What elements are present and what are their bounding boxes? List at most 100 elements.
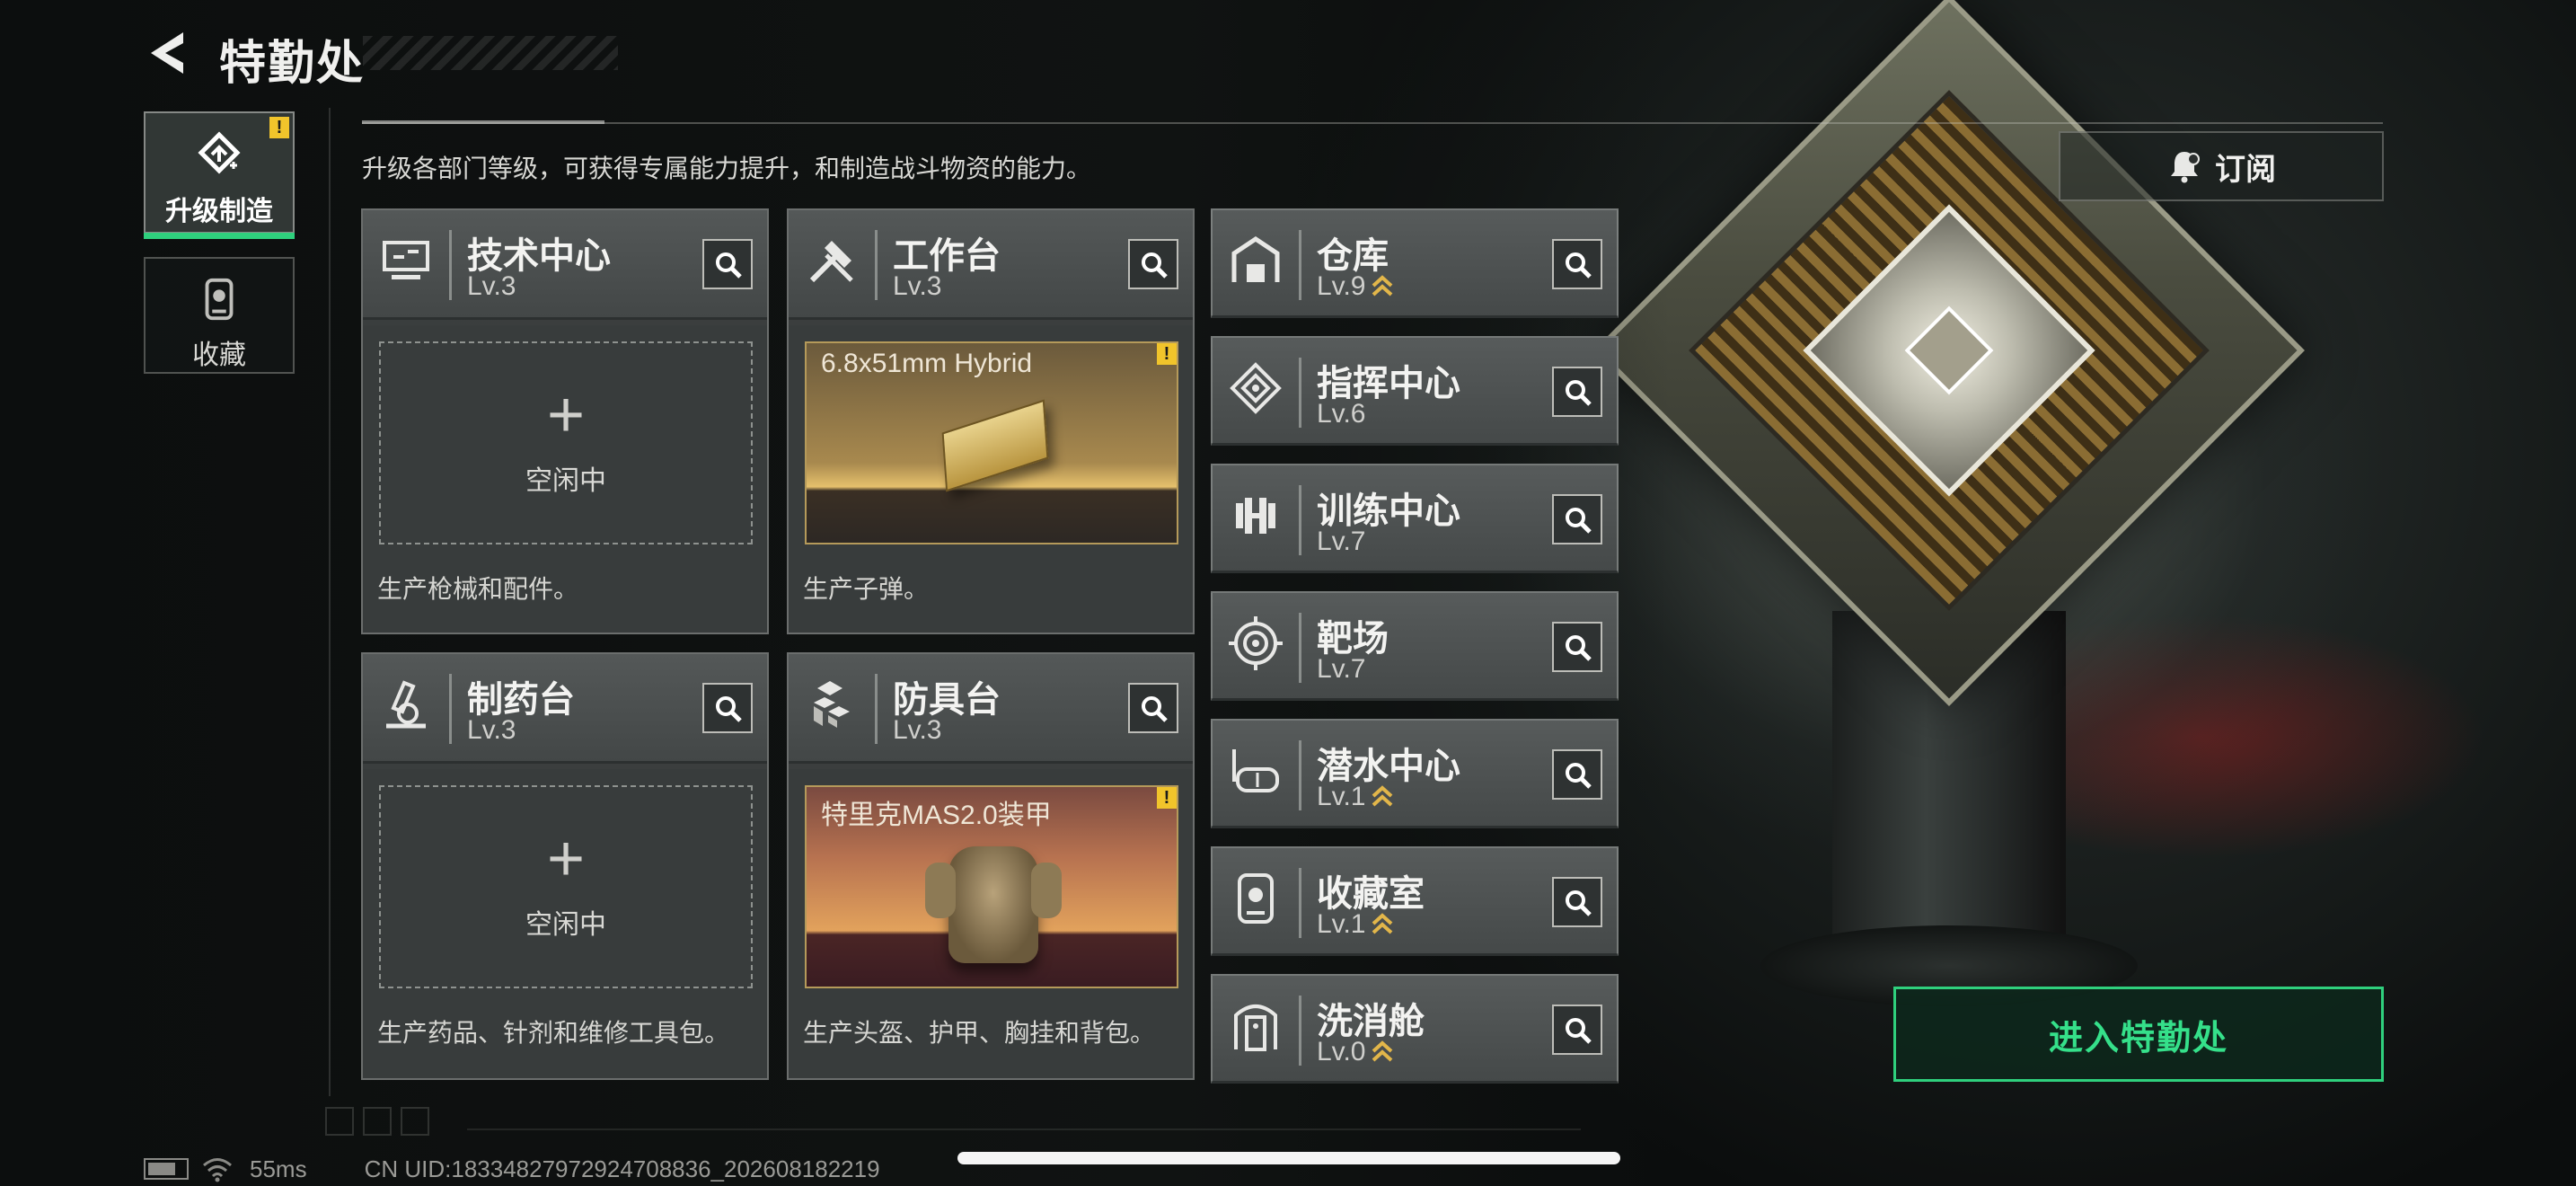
bottom-decoration	[325, 1107, 442, 1137]
department-level: Lv.7	[1317, 527, 1366, 556]
search-button[interactable]	[1128, 683, 1178, 733]
tech-center-icon	[383, 241, 429, 279]
status-bar: 55ms CN UID:18334827972924708836_2026081…	[144, 1155, 880, 1182]
search-button[interactable]	[1552, 877, 1602, 927]
workstation-card-armor-bench[interactable]: 防具台 Lv.3 特里克MAS2.0装甲 ! 生产头盔、护甲、胸挂和背包。	[787, 652, 1195, 1080]
sidebar-divider	[329, 108, 331, 1096]
search-icon	[1566, 635, 1592, 661]
pharmacy-icon	[386, 680, 426, 729]
search-button[interactable]	[1552, 622, 1602, 672]
decon-chamber-icon	[1234, 1005, 1277, 1051]
back-arrow-icon[interactable]	[144, 27, 194, 79]
battery-icon	[144, 1158, 189, 1180]
enter-special-ops-button[interactable]: 进入特勤处	[1893, 987, 2384, 1082]
armor-bench-icon	[814, 681, 850, 728]
upgrade-icon	[198, 131, 241, 174]
search-button[interactable]	[702, 239, 753, 289]
workbench-icon	[809, 241, 853, 283]
subscribe-button[interactable]: 订阅	[2059, 131, 2384, 201]
production-slot[interactable]: 特里克MAS2.0装甲 !	[805, 785, 1178, 988]
card-header: 制药台 Lv.3	[363, 654, 767, 764]
active-tab-indicator	[144, 233, 295, 239]
card-header: 工作台 Lv.3	[789, 210, 1193, 320]
department-row-warehouse[interactable]: 仓库 Lv.9	[1211, 208, 1619, 318]
search-button[interactable]	[1552, 1005, 1602, 1055]
user-uid: CN UID:18334827972924708836_202608182219	[364, 1155, 880, 1182]
workstation-level: Lv.3	[893, 271, 942, 301]
ready-warning-badge: !	[1157, 787, 1177, 809]
department-row-command-center[interactable]: 指挥中心 Lv.6	[1211, 336, 1619, 446]
department-row-collection-room[interactable]: 收藏室 Lv.1	[1211, 846, 1619, 956]
command-center-icon	[1230, 362, 1282, 414]
workstation-description: 生产头盔、护甲、胸挂和背包。	[803, 1019, 1156, 1047]
search-icon	[1566, 508, 1592, 534]
department-level: Lv.7	[1317, 654, 1366, 684]
title-decoration	[363, 36, 618, 70]
card-header: 防具台 Lv.3	[789, 654, 1193, 764]
enter-button-label: 进入特勤处	[2048, 1019, 2228, 1058]
workstation-card-tech-center[interactable]: 技术中心 Lv.3 + 空闲中 生产枪械和配件。	[361, 208, 769, 634]
header-divider	[362, 122, 2383, 124]
department-level: Lv.1	[1317, 909, 1394, 940]
department-row-diving-center[interactable]: 潜水中心 Lv.1	[1211, 719, 1619, 828]
workstation-level: Lv.3	[467, 271, 516, 301]
warehouse-icon	[1231, 235, 1280, 282]
idle-production-slot[interactable]: + 空闲中	[379, 341, 753, 544]
department-row-decon-chamber[interactable]: 洗消舱 Lv.0	[1211, 974, 1619, 1084]
search-icon	[1566, 252, 1592, 279]
upgrade-available-icon	[1372, 1040, 1393, 1062]
department-level: Lv.0	[1317, 1037, 1394, 1067]
product-name: 特里克MAS2.0装甲	[821, 801, 1052, 830]
workstation-description: 生产子弹。	[803, 575, 930, 603]
search-icon	[1142, 696, 1168, 722]
tab-collection[interactable]: 收藏	[144, 257, 295, 374]
department-level: Lv.1	[1317, 782, 1394, 812]
department-row-training-center[interactable]: 训练中心 Lv.7	[1211, 464, 1619, 573]
collection-room-icon	[1238, 873, 1274, 924]
upgrade-available-icon	[1372, 785, 1393, 807]
add-icon: +	[546, 379, 586, 451]
idle-status-text: 空闲中	[525, 466, 606, 496]
idle-production-slot[interactable]: + 空闲中	[379, 785, 753, 988]
search-button[interactable]	[1552, 367, 1602, 417]
workstation-level: Lv.3	[467, 715, 516, 745]
search-button[interactable]	[1128, 239, 1178, 289]
subscribe-label: 订阅	[2215, 152, 2276, 187]
training-center-icon	[1236, 498, 1275, 534]
page-title: 特勤处	[219, 38, 366, 90]
workstation-description: 生产枪械和配件。	[377, 575, 579, 603]
ready-warning-badge: !	[1157, 343, 1177, 365]
tab-warning-badge: !	[269, 117, 289, 138]
home-indicator[interactable]	[957, 1152, 1620, 1164]
department-row-shooting-range[interactable]: 靶场 Lv.7	[1211, 591, 1619, 701]
search-icon	[1566, 380, 1592, 406]
search-button[interactable]	[1552, 749, 1602, 800]
department-level: Lv.6	[1317, 399, 1366, 429]
add-icon: +	[546, 823, 586, 895]
production-slot[interactable]: 6.8x51mm Hybrid !	[805, 341, 1178, 544]
product-name: 6.8x51mm Hybrid	[821, 349, 1033, 378]
tab-collection-label: 收藏	[192, 341, 246, 370]
search-icon	[1566, 763, 1592, 789]
header-divider-accent	[362, 120, 604, 124]
armor-vest-image	[925, 846, 1062, 963]
workstation-description: 生产药品、针剂和维修工具包。	[377, 1019, 730, 1047]
department-level: Lv.9	[1317, 271, 1394, 302]
tab-upgrade-craft-label: 升级制造	[165, 197, 273, 226]
workstation-level: Lv.3	[893, 715, 942, 745]
idle-status-text: 空闲中	[525, 910, 606, 940]
search-icon	[716, 696, 742, 722]
search-icon	[716, 252, 742, 279]
tab-upgrade-craft[interactable]: 升级制造 !	[144, 111, 295, 239]
card-header: 技术中心 Lv.3	[363, 210, 767, 320]
workstation-card-pharmacy[interactable]: 制药台 Lv.3 + 空闲中 生产药品、针剂和维修工具包。	[361, 652, 769, 1080]
search-button[interactable]	[702, 683, 753, 733]
diving-center-icon	[1232, 749, 1279, 792]
search-button[interactable]	[1552, 494, 1602, 544]
shooting-range-icon	[1229, 616, 1283, 670]
upgrade-available-icon	[1372, 913, 1393, 934]
upgrade-available-icon	[1372, 275, 1393, 296]
search-button[interactable]	[1552, 239, 1602, 289]
bell-icon	[2171, 152, 2200, 183]
workstation-card-workbench[interactable]: 工作台 Lv.3 6.8x51mm Hybrid ! 生产子弹。	[787, 208, 1195, 634]
